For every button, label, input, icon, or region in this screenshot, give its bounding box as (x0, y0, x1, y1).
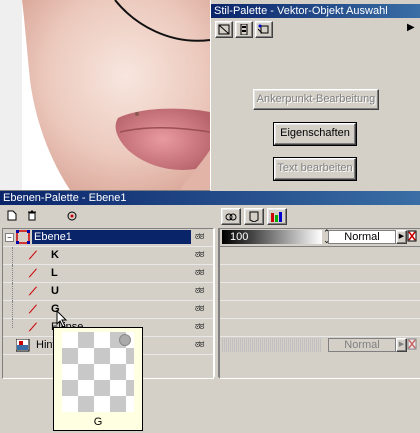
layer-name[interactable]: K (51, 249, 59, 261)
bg-opacity-slider (222, 338, 322, 352)
layer-props-tabs (221, 208, 287, 225)
style-palette-window: Stil-Palette - Vektor-Objekt Auswahl ▶ A… (210, 0, 420, 190)
path-icon: ⟋ (29, 304, 37, 316)
raster-layer-icon (15, 338, 30, 355)
path-icon: ⟋ (29, 268, 37, 280)
layer-name[interactable]: Ebene1 (32, 230, 191, 244)
properties-button[interactable]: Eigenschaften (273, 122, 357, 146)
layer-row[interactable]: ⟋ L ಠಠ (3, 265, 213, 283)
layer-palette-titlebar[interactable]: Ebenen-Palette - Ebene1 (0, 191, 420, 205)
layer-thumbnail-tooltip: G (53, 327, 143, 431)
bg-lock-icon (407, 338, 417, 352)
visibility-icon[interactable]: ಠಠ (195, 339, 205, 350)
tab-mask-icon[interactable] (244, 208, 264, 225)
opacity-slider[interactable]: 100 (222, 230, 322, 244)
style-palette-title: Stil-Palette - Vektor-Objekt Auswahl (214, 5, 388, 17)
path-icon: ⟋ (29, 322, 37, 334)
visibility-icon[interactable]: ಠಠ (195, 285, 205, 296)
new-layer-icon[interactable] (4, 208, 20, 223)
visibility-icon[interactable]: ಠಠ (195, 303, 205, 314)
visibility-icon[interactable]: ಠಠ (195, 231, 205, 242)
blend-mode-select[interactable]: Normal (328, 230, 396, 244)
layer-name[interactable]: U (51, 285, 59, 297)
collapse-icon[interactable]: − (5, 233, 14, 242)
node-edit-icon[interactable] (235, 21, 253, 38)
blend-dropdown-arrow-icon[interactable]: ▶ (396, 230, 407, 244)
anchor-edit-button[interactable]: Ankerpunkt-Bearbeitung (253, 89, 379, 110)
thumbnail-badge-icon (119, 334, 131, 346)
layer-row[interactable]: ⟋ G ಠಠ (3, 301, 213, 319)
layer-name[interactable]: L (51, 267, 58, 279)
edit-text-button[interactable]: Text bearbeiten (273, 157, 357, 181)
style-palette-titlebar[interactable]: Stil-Palette - Vektor-Objekt Auswahl (211, 4, 420, 18)
lock-transparency-icon[interactable] (407, 230, 417, 244)
tab-general-icon[interactable] (221, 208, 241, 225)
bg-blend-mode-select: Normal (328, 338, 396, 352)
tooltip-label: G (93, 416, 103, 428)
layer-palette-title: Ebenen-Palette - Ebene1 (3, 192, 127, 204)
style-palette-toolbar (215, 21, 273, 38)
layer-row[interactable]: ⟋ U ಠಠ (3, 283, 213, 301)
style-palette-options-icon[interactable]: ▶ (407, 22, 415, 33)
tab-channels-icon[interactable] (267, 208, 287, 225)
layer-toolbar (4, 208, 80, 223)
vector-layer-icon (16, 230, 30, 247)
transform-icon[interactable] (255, 21, 273, 38)
photo-face (0, 0, 210, 190)
layer-row[interactable]: − Ebene1 ಠಠ (3, 229, 213, 247)
path-icon: ⟋ (29, 250, 37, 262)
visibility-icon[interactable]: ಠಠ (195, 267, 205, 278)
path-icon: ⟋ (29, 286, 37, 298)
image-canvas[interactable] (0, 0, 210, 190)
visibility-icon[interactable]: ಠಠ (195, 249, 205, 260)
vector-select-icon[interactable] (215, 21, 233, 38)
layer-visibility-toggle-icon[interactable] (64, 208, 80, 223)
thumbnail-preview (62, 332, 134, 412)
layer-properties-pane: 100 ⌃ ⌄ Normal ▶ Normal ▶ (219, 228, 420, 379)
layer-row[interactable]: ⟋ K ಠಠ (3, 247, 213, 265)
visibility-icon[interactable]: ಠಠ (195, 321, 205, 332)
delete-layer-icon[interactable] (24, 208, 40, 223)
opacity-value: 100 (230, 231, 249, 243)
bg-blend-dropdown-arrow-icon: ▶ (396, 338, 407, 352)
